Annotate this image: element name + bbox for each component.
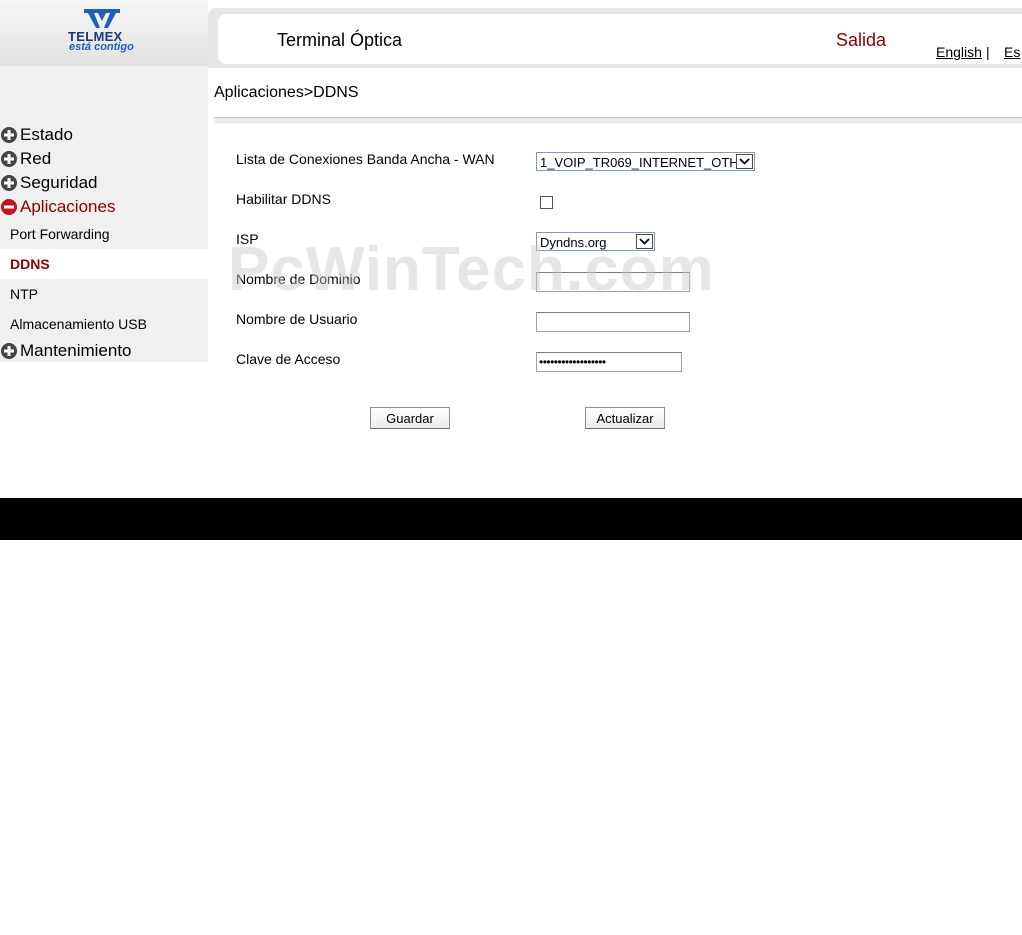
sidebar-item-aplicaciones[interactable]: Aplicaciones [0,196,115,218]
plus-circle-icon [1,127,17,143]
divider [214,117,1022,123]
minus-circle-icon [1,199,17,215]
sidebar-subitem-ddns[interactable]: DDNS [0,249,208,279]
logout-link[interactable]: Salida [836,30,886,51]
password-input[interactable]: •••••••••••••••••• [536,352,682,372]
wan-connection-value: 1_VOIP_TR069_INTERNET_OTHE [540,155,748,170]
username-input[interactable] [536,312,690,332]
language-spanish-link[interactable]: Es [1004,44,1020,60]
chevron-down-icon [736,154,753,169]
sidebar-item-seguridad[interactable]: Seguridad [0,172,98,194]
sidebar-item-mantenimiento[interactable]: Mantenimiento [0,340,132,362]
username-label: Nombre de Usuario [236,311,358,327]
sidebar-subitem-port-forwarding[interactable]: Port Forwarding [0,219,208,249]
plus-circle-icon [1,151,17,167]
sidebar-item-label: Red [20,149,52,168]
sidebar-subitem-ntp[interactable]: NTP [0,279,208,309]
domain-name-input[interactable] [536,272,690,292]
isp-label: ISP [236,231,259,247]
sidebar-item-label: Seguridad [20,173,98,192]
domain-name-label: Nombre de Dominio [236,271,361,287]
page-title: Terminal Óptica [277,30,403,50]
plus-circle-icon [1,175,17,191]
password-label: Clave de Acceso [236,351,341,367]
logo-area: TELMEX está contigo [0,0,208,66]
sidebar-item-label: Aplicaciones [20,197,116,216]
chevron-down-icon [636,234,653,249]
brand-slogan: está contigo [69,41,134,53]
sidebar-item-label: Mantenimiento [20,341,132,360]
wan-connection-label: Lista de Conexiones Banda Ancha - WAN [236,151,495,167]
footer-bar [0,498,1022,540]
refresh-button[interactable]: Actualizar [585,407,665,429]
isp-value: Dyndns.org [540,235,607,250]
sidebar-subitem-usb-storage[interactable]: Almacenamiento USB [0,309,208,339]
sidebar-item-estado[interactable]: Estado [0,124,73,146]
wan-connection-select[interactable]: 1_VOIP_TR069_INTERNET_OTHE [536,152,755,171]
save-button[interactable]: Guardar [370,407,450,429]
telmex-logo-icon [84,9,120,28]
breadcrumb: Aplicaciones>DDNS [214,84,359,101]
isp-select[interactable]: Dyndns.org [536,232,655,251]
sidebar-item-red[interactable]: Red [0,148,51,170]
enable-ddns-checkbox[interactable] [540,196,553,209]
enable-ddns-label: Habilitar DDNS [236,191,331,207]
sidebar-item-label: Estado [20,125,73,144]
plus-circle-icon [1,343,17,359]
language-english-link[interactable]: English [936,44,982,60]
language-separator: | [986,44,990,60]
